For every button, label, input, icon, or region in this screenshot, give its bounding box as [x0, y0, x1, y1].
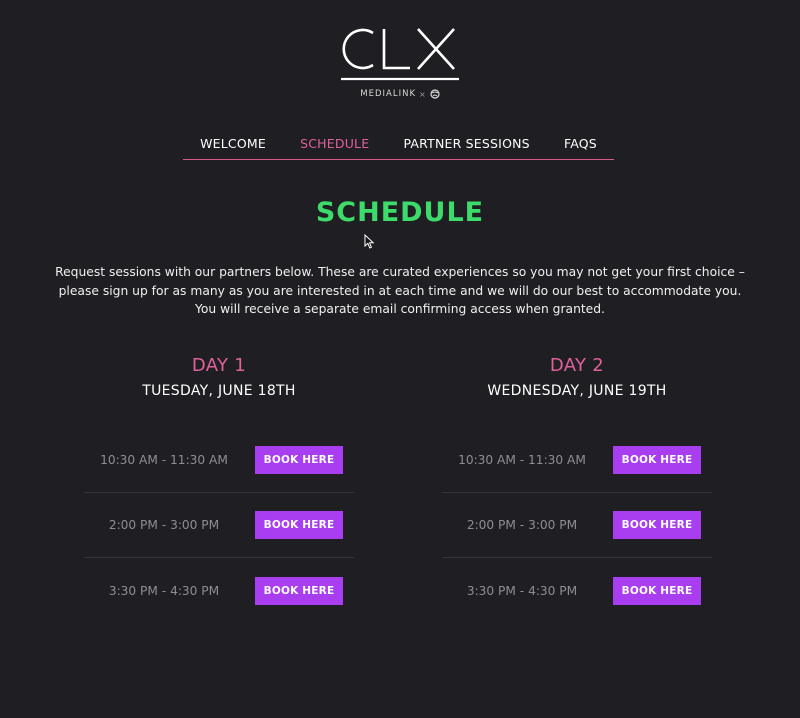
nav-item-welcome[interactable]: WELCOME [200, 136, 266, 151]
book-here-button[interactable]: BOOK HERE [613, 511, 701, 539]
day-2-slot-list: 10:30 AM - 11:30 AM BOOK HERE 2:00 PM - … [442, 428, 712, 623]
day-1-header: DAY 1 TUESDAY, JUNE 18TH [84, 355, 354, 399]
clx-logo-mark [341, 28, 459, 81]
book-here-button[interactable]: BOOK HERE [255, 511, 343, 539]
day-label: DAY 1 [191, 355, 247, 376]
page-title: SCHEDULE [315, 197, 485, 228]
logo-separator: × [419, 89, 427, 99]
book-here-button[interactable]: BOOK HERE [255, 446, 343, 474]
slot-time: 2:00 PM - 3:00 PM [108, 518, 220, 532]
day-date: TUESDAY, JUNE 18TH [142, 383, 296, 399]
main-nav: WELCOME SCHEDULE PARTNER SESSIONS FAQS [183, 125, 614, 160]
page: MEDIALINK × WELCOME SCHEDULE PARTNER SES… [0, 0, 800, 718]
slot-time: 2:00 PM - 3:00 PM [466, 518, 578, 532]
intro-text: Request sessions with our partners below… [55, 265, 745, 316]
slot-time: 3:30 PM - 4:30 PM [466, 583, 578, 598]
nav-item-partner-sessions[interactable]: PARTNER SESSIONS [403, 136, 529, 151]
slot-row: 10:30 AM - 11:30 AM BOOK HERE [442, 428, 712, 493]
nav-item-faqs[interactable]: FAQS [564, 136, 597, 151]
book-here-button[interactable]: BOOK HERE [613, 576, 701, 605]
book-here-button[interactable]: BOOK HERE [613, 446, 701, 474]
slot-time: 10:30 AM - 11:30 AM [100, 453, 228, 467]
medialink-label: MEDIALINK [360, 89, 417, 99]
day-2-header: DAY 2 WEDNESDAY, JUNE 19TH [442, 355, 712, 399]
day-date: WEDNESDAY, JUNE 19TH [487, 383, 667, 399]
slot-row: 2:00 PM - 3:00 PM BOOK HERE [442, 493, 712, 558]
logo-subline: MEDIALINK × [0, 89, 800, 99]
day-label: DAY 2 [549, 355, 605, 376]
day-1-slot-list: 10:30 AM - 11:30 AM BOOK HERE 2:00 PM - … [84, 428, 354, 623]
slot-time: 10:30 AM - 11:30 AM [458, 453, 586, 467]
slot-row: 3:30 PM - 4:30 PM BOOK HERE [442, 558, 712, 623]
book-here-button[interactable]: BOOK HERE [255, 576, 343, 605]
slot-row: 10:30 AM - 11:30 AM BOOK HERE [84, 428, 354, 493]
nav-item-schedule[interactable]: SCHEDULE [300, 136, 369, 151]
slot-row: 2:00 PM - 3:00 PM BOOK HERE [84, 493, 354, 558]
slot-row: 3:30 PM - 4:30 PM BOOK HERE [84, 558, 354, 623]
mouse-cursor-icon [364, 234, 375, 249]
brand-logo[interactable]: MEDIALINK × [0, 24, 800, 99]
slot-time: 3:30 PM - 4:30 PM [108, 583, 220, 598]
globe-icon [430, 89, 440, 99]
